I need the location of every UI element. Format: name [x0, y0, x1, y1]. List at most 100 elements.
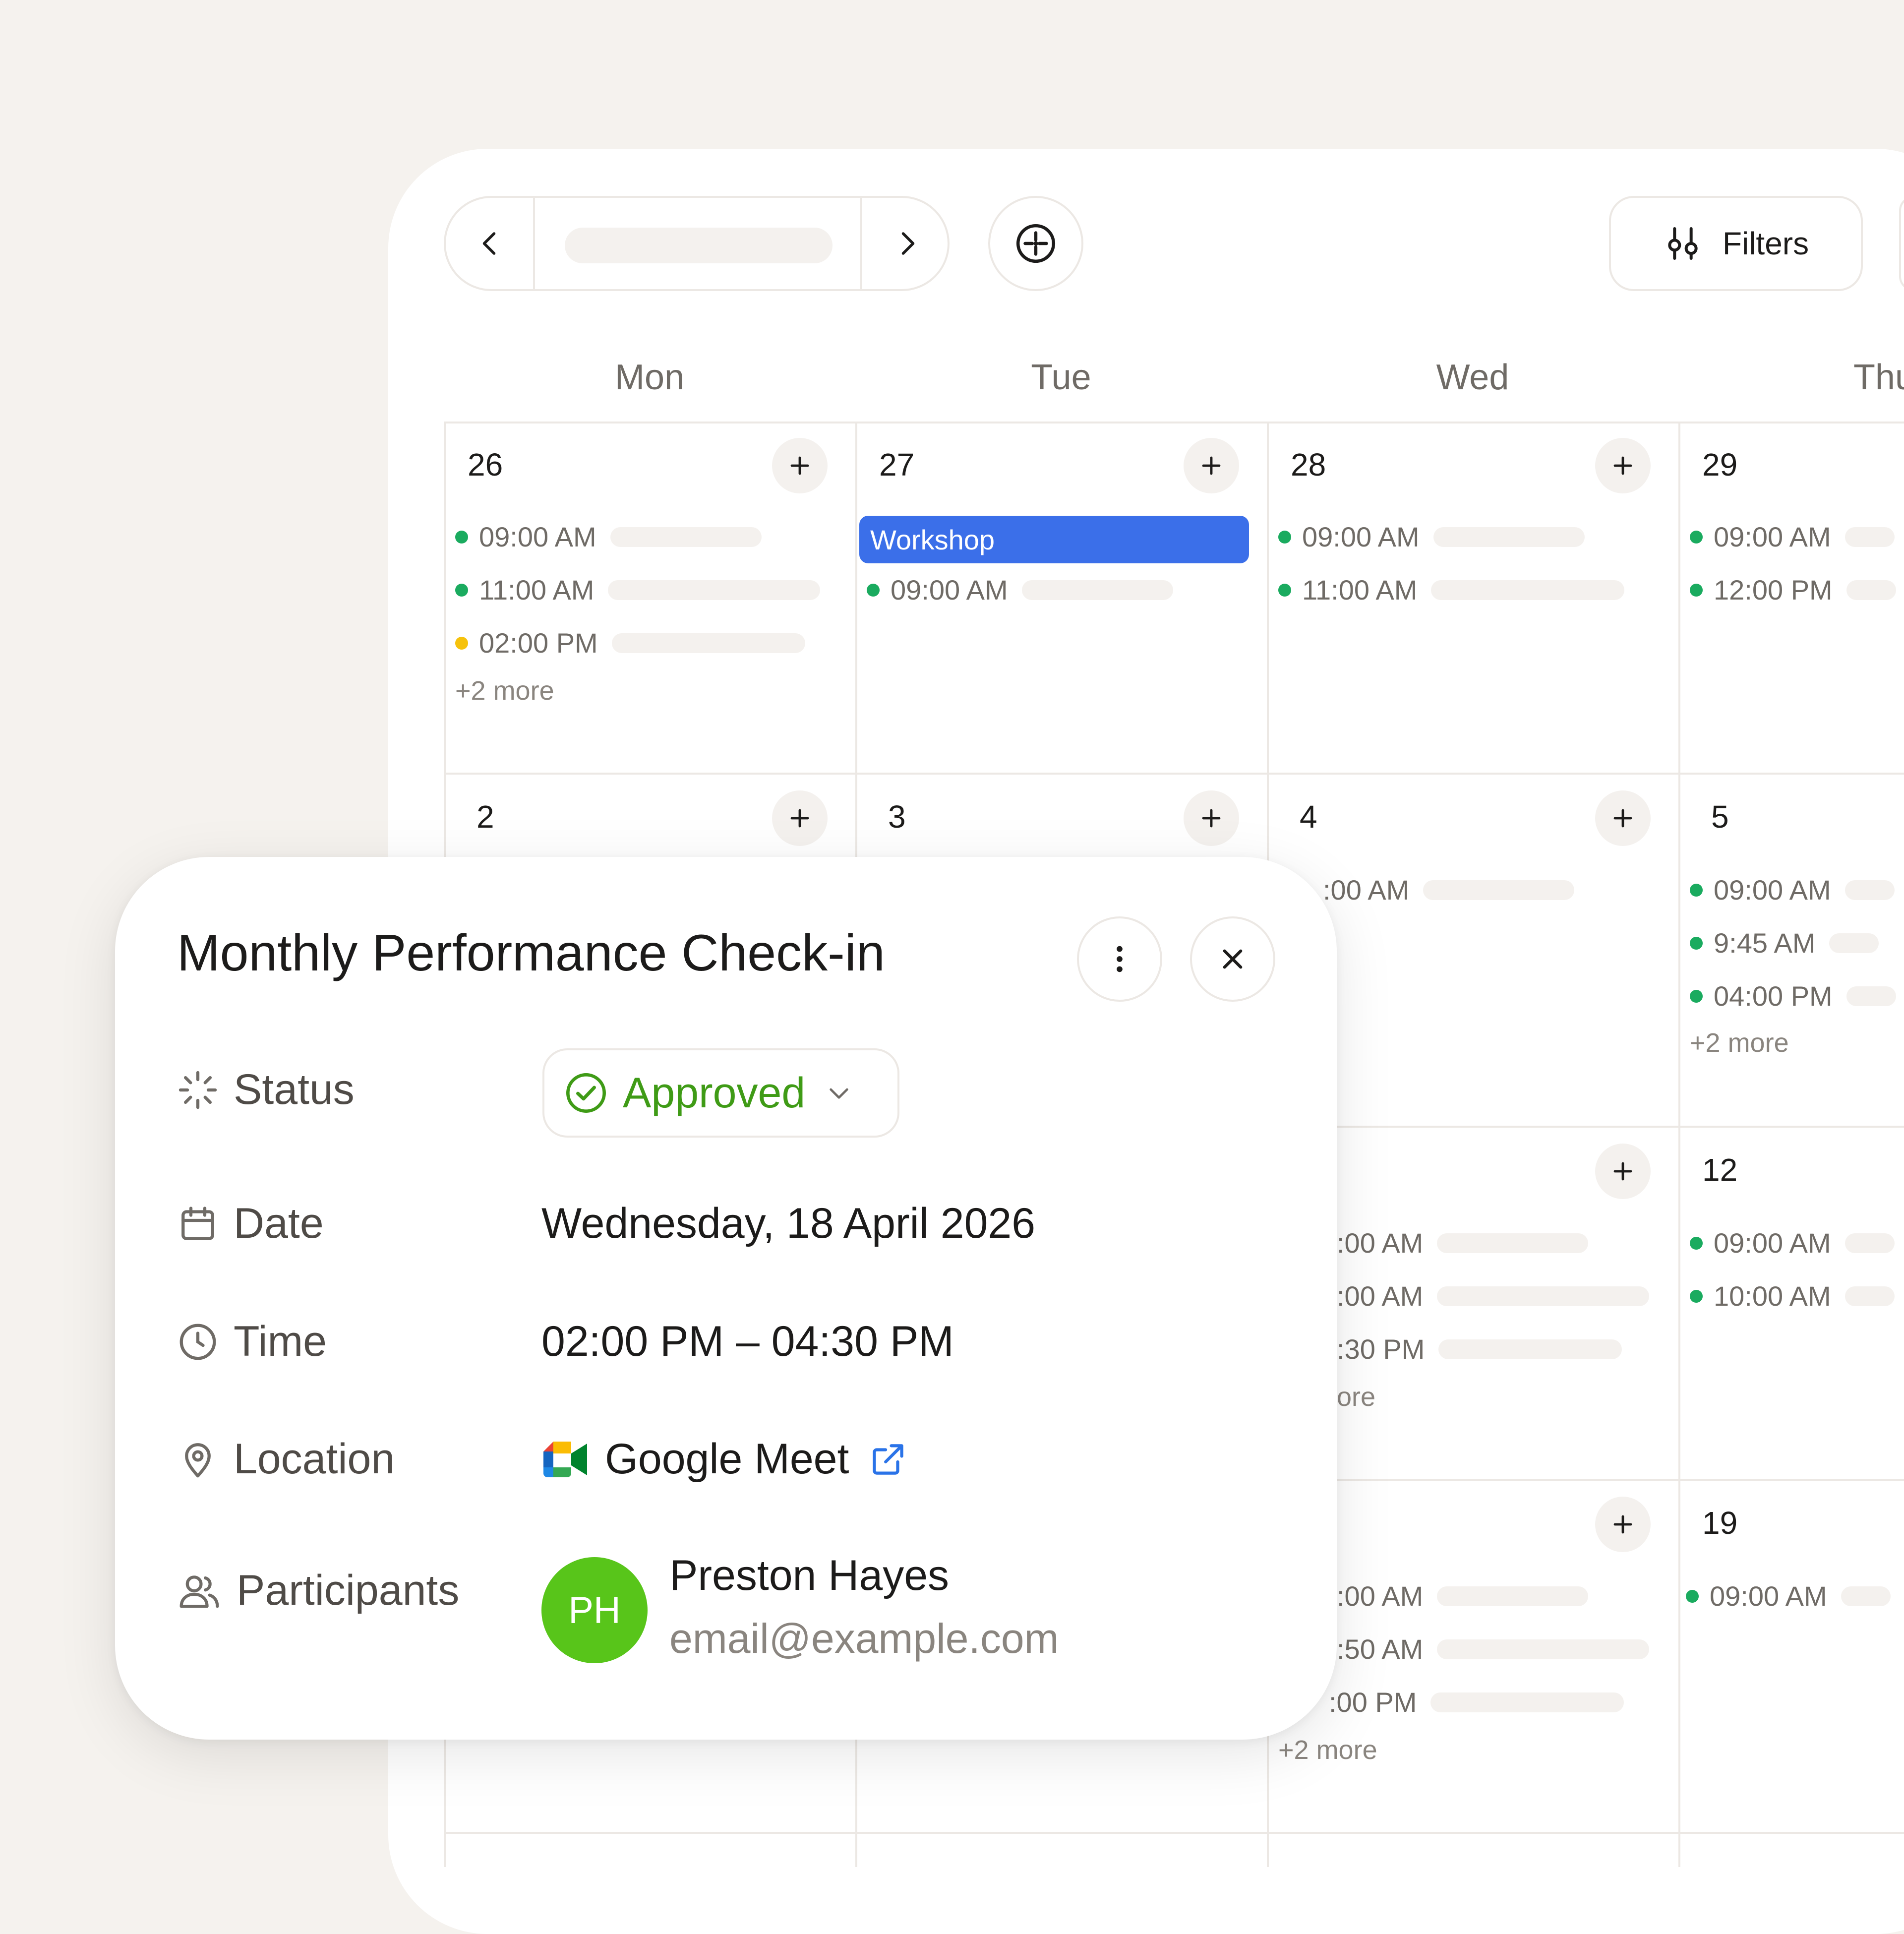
- day-header-wed: Wed: [1436, 358, 1509, 397]
- date-label: Date: [234, 1200, 324, 1247]
- event-item[interactable]: 09:00 AM: [1690, 521, 1895, 553]
- workshop-event[interactable]: Workshop: [859, 516, 1249, 563]
- event-item[interactable]: 09:00 AM: [1686, 1580, 1891, 1612]
- next-button[interactable]: [862, 198, 952, 289]
- status-label: Status: [234, 1066, 355, 1113]
- time-value: 02:00 PM – 04:30 PM: [541, 1318, 954, 1365]
- date-28: 28: [1291, 447, 1326, 483]
- plus-icon: [790, 809, 809, 828]
- day-header-mon: Mon: [614, 358, 685, 397]
- time-label-row: Time: [177, 1317, 327, 1366]
- event-item[interactable]: 09:00 AM: [455, 521, 762, 553]
- map-pin-icon: [185, 1443, 211, 1477]
- add-event-button[interactable]: [1595, 438, 1651, 493]
- location-label-row: Location: [177, 1435, 395, 1484]
- chevron-down-icon: [830, 1088, 848, 1099]
- event-item[interactable]: :00 AM: [1337, 1280, 1650, 1312]
- location-label: Location: [234, 1435, 395, 1483]
- date-2: 2: [476, 799, 494, 835]
- sliders-icon: [1668, 227, 1698, 260]
- event-detail-popup: Monthly Performance Check-in Status Appr…: [115, 857, 1337, 1740]
- plus-icon: [1613, 809, 1632, 828]
- participant-email: email@example.com: [669, 1615, 1059, 1662]
- external-link-icon[interactable]: [869, 1440, 907, 1479]
- event-item[interactable]: 09:00 AM: [1690, 874, 1895, 906]
- add-event-button[interactable]: [772, 790, 828, 846]
- location-value: Google Meet: [605, 1435, 849, 1483]
- date-value: Wednesday, 18 April 2026: [541, 1200, 1036, 1247]
- time-label: Time: [234, 1318, 327, 1365]
- status-value: Approved: [623, 1069, 806, 1117]
- plus-icon: [1613, 1515, 1632, 1534]
- current-period-placeholder: [565, 228, 833, 263]
- plus-icon: [1613, 1162, 1632, 1181]
- google-meet-icon: [543, 1441, 587, 1477]
- close-button[interactable]: [1190, 916, 1275, 1002]
- event-item[interactable]: 12:00 PM: [1690, 574, 1896, 606]
- status-dropdown[interactable]: Approved: [542, 1048, 899, 1138]
- event-item[interactable]: :00 PM: [1329, 1686, 1624, 1718]
- date-3: 3: [888, 799, 906, 835]
- more-options-button[interactable]: [1077, 916, 1162, 1002]
- users-icon: [179, 1575, 219, 1608]
- toolbar-button-partial[interactable]: [1899, 196, 1904, 291]
- day-header-thu: Thu: [1853, 358, 1904, 397]
- add-event-button[interactable]: [1184, 790, 1239, 846]
- event-item[interactable]: :00 AM: [1337, 1580, 1589, 1612]
- close-icon: [1223, 949, 1243, 969]
- add-event-button[interactable]: [1595, 1144, 1651, 1199]
- event-item[interactable]: 02:00 PM: [455, 627, 805, 659]
- add-event-button[interactable]: [1184, 438, 1239, 493]
- chevron-right-icon: [901, 232, 915, 255]
- event-item[interactable]: 10:00 AM: [1690, 1280, 1895, 1312]
- more-events-link[interactable]: +2 more: [1278, 1735, 1377, 1765]
- status-label-row: Status: [177, 1065, 355, 1114]
- calendar-icon: [181, 1206, 214, 1240]
- participant-name: Preston Hayes: [669, 1552, 950, 1599]
- add-event-button[interactable]: [772, 438, 828, 493]
- plus-icon: [1202, 809, 1221, 828]
- location-value-row: Google Meet: [541, 1435, 907, 1484]
- filters-label: Filters: [1722, 226, 1809, 261]
- add-event-button[interactable]: [1595, 1497, 1651, 1552]
- event-item[interactable]: :00 AM: [1337, 1227, 1589, 1259]
- date-29: 29: [1702, 447, 1738, 483]
- filters-button[interactable]: Filters: [1609, 196, 1863, 291]
- add-event-button[interactable]: [1595, 790, 1651, 846]
- check-circle-icon: [566, 1073, 606, 1113]
- day-header-tue: Tue: [1031, 358, 1091, 397]
- plus-icon: [790, 456, 809, 475]
- participants-label-row: Participants: [177, 1566, 459, 1615]
- plus-icon: [1613, 456, 1632, 475]
- avatar: PH: [541, 1557, 648, 1663]
- event-item[interactable]: :00 AM: [1323, 874, 1575, 906]
- date-navigator: [444, 196, 950, 291]
- event-item[interactable]: 04:00 PM: [1690, 980, 1896, 1012]
- loader-icon: [178, 1071, 217, 1109]
- date-12: 12: [1702, 1152, 1738, 1188]
- event-title: Monthly Performance Check-in: [177, 924, 885, 982]
- event-item[interactable]: 09:00 AM: [1690, 1227, 1895, 1259]
- more-events-link[interactable]: ore: [1337, 1382, 1375, 1412]
- date-5: 5: [1711, 799, 1729, 835]
- date-19: 19: [1702, 1505, 1738, 1541]
- event-item[interactable]: 11:00 AM: [1278, 574, 1625, 606]
- event-item[interactable]: :50 AM: [1337, 1633, 1650, 1665]
- target-icon: [1016, 224, 1056, 263]
- more-events-link[interactable]: +2 more: [455, 675, 554, 706]
- chevron-left-icon: [482, 232, 496, 255]
- event-item[interactable]: 11:00 AM: [455, 574, 821, 606]
- event-item[interactable]: :30 PM: [1337, 1333, 1622, 1365]
- more-vertical-icon: [1117, 946, 1123, 972]
- participants-label: Participants: [237, 1567, 460, 1614]
- date-27: 27: [879, 447, 915, 483]
- date-26: 26: [468, 447, 503, 483]
- event-item[interactable]: 9:45 AM: [1690, 927, 1879, 959]
- date-label-row: Date: [177, 1199, 324, 1248]
- today-button[interactable]: [988, 196, 1083, 291]
- prev-button[interactable]: [446, 198, 535, 289]
- event-item[interactable]: 09:00 AM: [1278, 521, 1585, 553]
- clock-icon: [179, 1324, 216, 1360]
- event-item[interactable]: 09:00 AM: [867, 574, 1173, 606]
- more-events-link[interactable]: +2 more: [1690, 1027, 1789, 1058]
